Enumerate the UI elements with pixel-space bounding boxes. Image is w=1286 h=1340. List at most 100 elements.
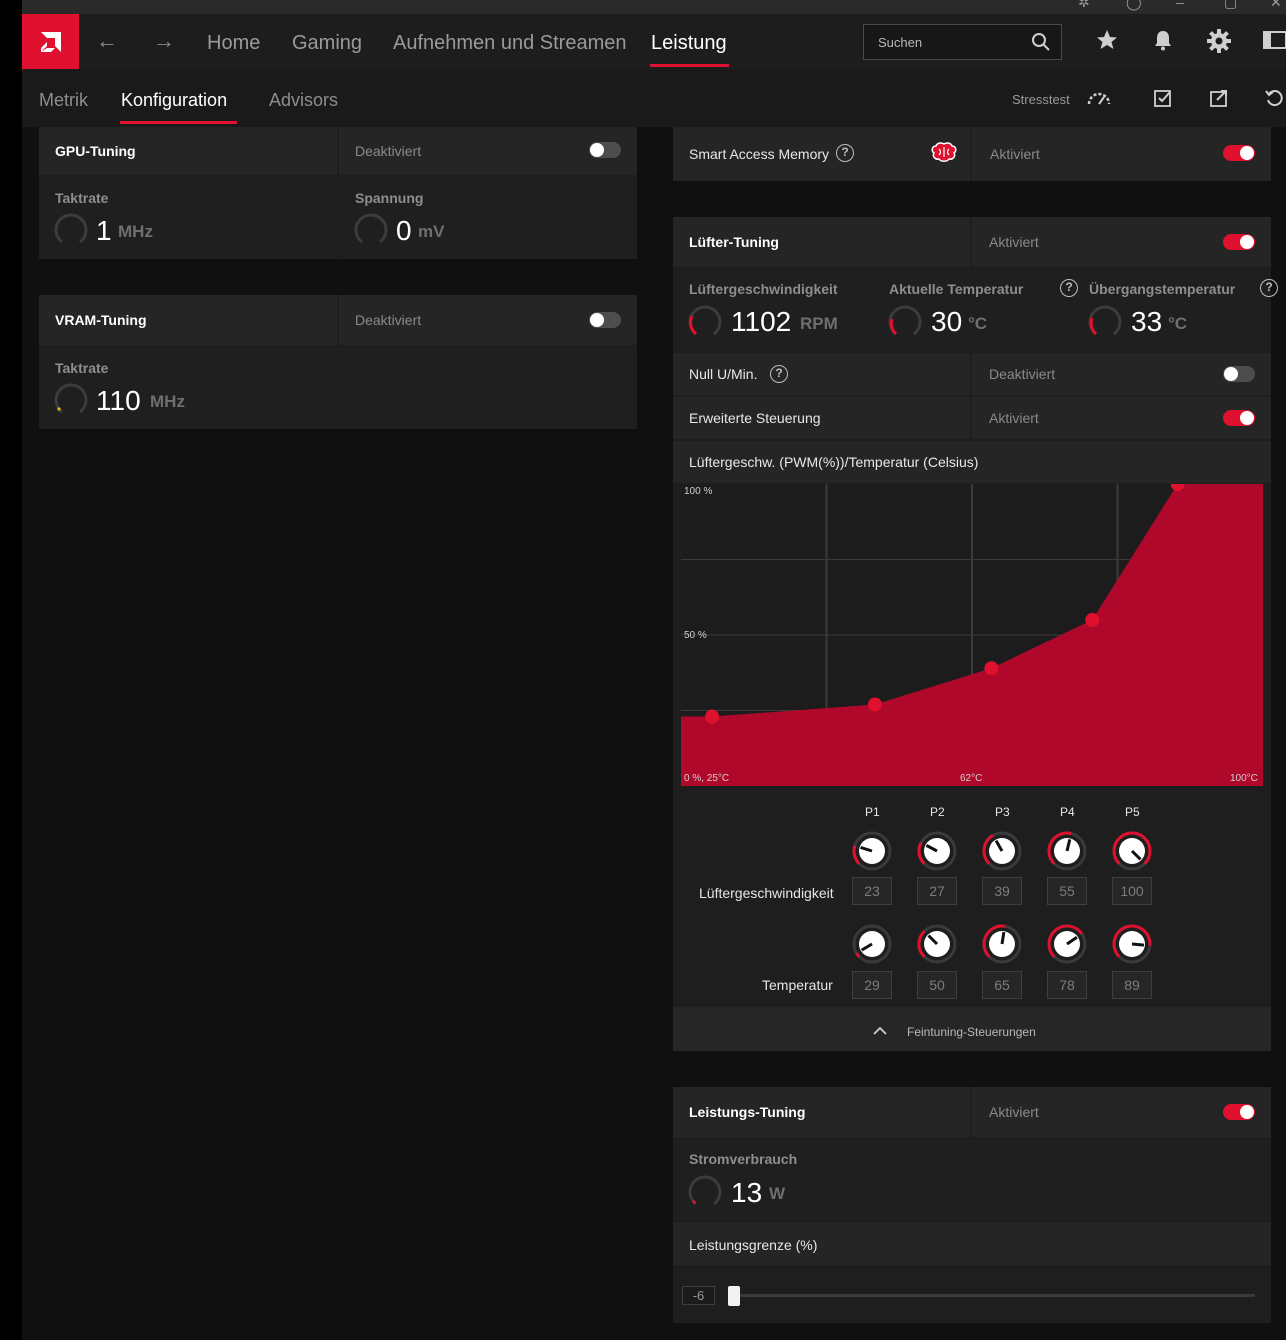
- temp-value-p1[interactable]: 29: [852, 971, 892, 999]
- reset-icon[interactable]: [1264, 88, 1284, 108]
- bug-icon[interactable]: ✲: [1078, 0, 1090, 11]
- tab-active-indicator: [120, 121, 237, 124]
- stress-test-gauge-icon[interactable]: [1086, 88, 1112, 108]
- chart-y-mid-label: 50 %: [684, 630, 707, 641]
- power-tuning-title: Leistungs-Tuning: [689, 1104, 806, 1120]
- power-tuning-state: Aktiviert: [989, 1104, 1039, 1120]
- vram-clock-gauge-icon: [54, 383, 88, 414]
- speed-value-p3[interactable]: 39: [982, 877, 1022, 905]
- speed-knob-p5[interactable]: [1112, 831, 1152, 871]
- search-box[interactable]: Suchen: [863, 24, 1062, 60]
- amd-logo[interactable]: [22, 14, 79, 69]
- sam-label: Smart Access Memory: [689, 146, 830, 162]
- power-limit-value[interactable]: -6: [682, 1286, 715, 1305]
- temp-knob-p4[interactable]: [1047, 924, 1087, 964]
- vram-clock-label: Taktrate: [55, 360, 109, 376]
- point-label-p5: P5: [1125, 805, 1140, 819]
- fan-curve-svg[interactable]: [681, 477, 1263, 786]
- power-limit-slider-track[interactable]: [734, 1294, 1255, 1297]
- junction-temp-label: Übergangstemperatur: [1089, 281, 1236, 297]
- nav-home[interactable]: Home: [207, 32, 260, 55]
- fan-speed-gauge-icon: [688, 305, 722, 336]
- favorites-star-icon[interactable]: [1095, 28, 1119, 52]
- speed-knob-p3[interactable]: [982, 831, 1022, 871]
- adv-control-toggle[interactable]: [1223, 410, 1255, 426]
- speed-value-p1[interactable]: 23: [852, 877, 892, 905]
- chart-x-mid-label: 62°C: [960, 773, 983, 784]
- fan-temp-unit: °C: [968, 314, 988, 333]
- export-profile-icon[interactable]: [1209, 88, 1229, 108]
- vram-tuning-title: VRAM-Tuning: [55, 312, 147, 328]
- adv-control-state: Aktiviert: [989, 410, 1039, 426]
- fan-temp-gauge-icon: [888, 305, 922, 336]
- sidebar-toggle-icon[interactable]: [1262, 28, 1286, 52]
- fan-curve-chart[interactable]: 100 % 50 % 0 %, 25°C 62°C 100°C: [681, 477, 1263, 786]
- fine-tuning-label[interactable]: Feintuning-Steuerungen: [907, 1025, 1036, 1039]
- import-profile-icon[interactable]: [1153, 88, 1173, 108]
- speed-value-p2[interactable]: 27: [917, 877, 957, 905]
- stress-test-label[interactable]: Stresstest: [1012, 92, 1070, 107]
- speed-knob-p1[interactable]: [852, 831, 892, 871]
- junction-help-icon[interactable]: ?: [1260, 279, 1278, 297]
- tab-advisors[interactable]: Advisors: [269, 90, 338, 111]
- nav-record-stream[interactable]: Aufnehmen und Streamen: [393, 32, 627, 55]
- curve-point-p3[interactable]: [984, 661, 999, 676]
- temp-knob-p2[interactable]: [917, 924, 957, 964]
- search-icon[interactable]: [1031, 32, 1051, 52]
- power-limit-slider-thumb[interactable]: [728, 1286, 740, 1306]
- fan-tuning-title: Lüfter-Tuning: [689, 234, 779, 250]
- temp-help-icon[interactable]: ?: [1060, 279, 1078, 297]
- minimize-icon[interactable]: –: [1176, 0, 1184, 10]
- temp-value-p3[interactable]: 65: [982, 971, 1022, 999]
- temp-value-p4[interactable]: 78: [1047, 971, 1087, 999]
- adv-control-label: Erweiterte Steuerung: [689, 410, 821, 426]
- fan-temp-label: Aktuelle Temperatur: [889, 281, 1024, 297]
- point-label-p1: P1: [865, 805, 880, 819]
- power-tuning-toggle[interactable]: [1223, 1104, 1255, 1120]
- power-limit-label: Leistungsgrenze (%): [689, 1237, 818, 1253]
- temp-value-p2[interactable]: 50: [917, 971, 957, 999]
- curve-point-p1[interactable]: [705, 709, 720, 724]
- temp-knob-p5[interactable]: [1112, 924, 1152, 964]
- forward-arrow-icon[interactable]: →: [153, 28, 175, 54]
- title-bar: ✲ ◯ – ▢ ✕: [22, 0, 1286, 14]
- temp-knob-p1[interactable]: [852, 924, 892, 964]
- gpu-tuning-toggle[interactable]: [589, 142, 621, 158]
- fan-tuning-toggle[interactable]: [1223, 234, 1255, 250]
- vram-tuning-toggle[interactable]: [589, 312, 621, 328]
- maximize-icon[interactable]: ▢: [1224, 0, 1237, 11]
- speed-knob-p4[interactable]: [1047, 831, 1087, 871]
- zero-rpm-help-icon[interactable]: ?: [770, 365, 788, 383]
- temp-value-p5[interactable]: 89: [1112, 971, 1152, 999]
- chart-x-end-label: 100°C: [1230, 773, 1258, 784]
- notification-bell-icon[interactable]: [1151, 28, 1175, 52]
- temp-knob-p3[interactable]: [982, 924, 1022, 964]
- fan-speed-value: 1102: [731, 306, 792, 337]
- zero-rpm-label: Null U/Min.: [689, 366, 758, 382]
- vram-clock-unit: MHz: [150, 392, 185, 411]
- vram-clock-value: 110: [96, 385, 141, 416]
- brain-icon: [931, 142, 957, 162]
- speed-value-p4[interactable]: 55: [1047, 877, 1087, 905]
- speed-value-p5[interactable]: 100: [1112, 877, 1152, 905]
- sam-help-icon[interactable]: ?: [836, 144, 854, 162]
- settings-gear-icon[interactable]: [1206, 28, 1232, 54]
- close-icon[interactable]: ✕: [1270, 0, 1282, 11]
- gpu-clock-gauge-icon: [54, 213, 88, 244]
- help-icon[interactable]: ◯: [1126, 0, 1142, 11]
- power-usage-label: Stromverbrauch: [689, 1151, 798, 1167]
- gpu-tuning-title: GPU-Tuning: [55, 143, 136, 159]
- speed-knob-p2[interactable]: [917, 831, 957, 871]
- curve-point-p2[interactable]: [868, 697, 882, 712]
- back-arrow-icon[interactable]: ←: [96, 28, 118, 54]
- zero-rpm-toggle[interactable]: [1223, 366, 1255, 382]
- chevron-up-icon[interactable]: [873, 1026, 887, 1036]
- curve-point-p4[interactable]: [1085, 612, 1100, 627]
- tab-metrics[interactable]: Metrik: [39, 90, 88, 111]
- nav-gaming[interactable]: Gaming: [292, 32, 362, 55]
- tab-configuration[interactable]: Konfiguration: [121, 90, 227, 111]
- sam-toggle[interactable]: [1223, 145, 1255, 161]
- search-placeholder: Suchen: [878, 35, 923, 50]
- chart-y-top-label: 100 %: [684, 486, 713, 497]
- nav-performance[interactable]: Leistung: [651, 32, 727, 55]
